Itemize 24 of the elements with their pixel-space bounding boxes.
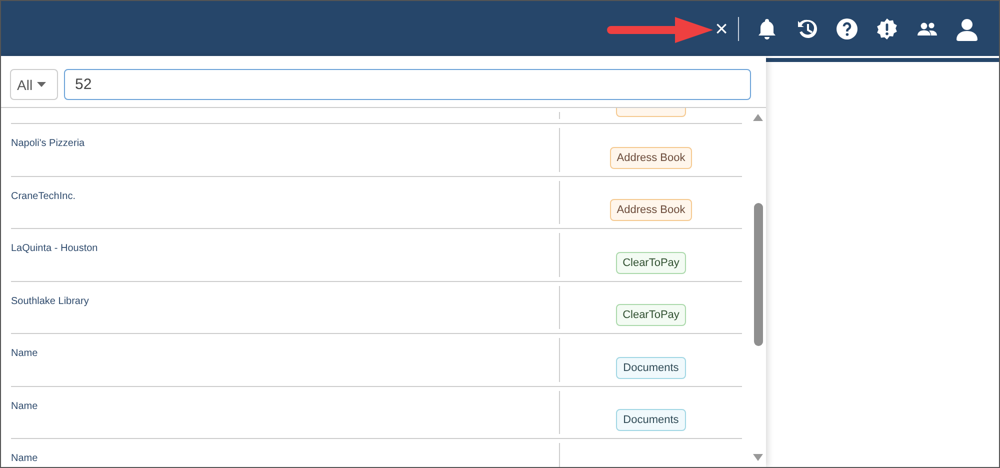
result-title[interactable]: Napoli's Pizzeria bbox=[11, 138, 85, 149]
result-title[interactable]: Name bbox=[11, 453, 38, 464]
result-title[interactable]: CraneTechInc. bbox=[11, 190, 76, 202]
source-badge: Documents bbox=[616, 409, 686, 431]
filter-dropdown[interactable]: All bbox=[10, 69, 58, 100]
result-title[interactable]: Southlake Library bbox=[11, 296, 89, 306]
scroll-down-icon[interactable] bbox=[753, 454, 763, 461]
source-badge: Address Book bbox=[610, 199, 692, 221]
result-title[interactable]: LaQuinta - Houston bbox=[11, 243, 98, 254]
search-field[interactable]: 52 bbox=[64, 69, 751, 100]
alert-badge-icon[interactable] bbox=[875, 16, 899, 40]
source-badge: ClearToPay bbox=[616, 252, 686, 274]
close-button[interactable]: × bbox=[713, 16, 730, 42]
result-title[interactable]: Name bbox=[11, 400, 38, 412]
scroll-up-icon[interactable] bbox=[753, 114, 763, 121]
help-icon[interactable] bbox=[835, 16, 859, 40]
scroll-thumb[interactable] bbox=[754, 203, 762, 346]
caret-icon bbox=[36, 82, 46, 87]
source-badge: ClearToPay bbox=[616, 304, 686, 326]
scrollbar[interactable] bbox=[750, 108, 766, 467]
user-icon[interactable] bbox=[955, 16, 979, 40]
source-badge: Documents bbox=[616, 356, 686, 378]
result-title[interactable]: Name bbox=[11, 348, 38, 359]
source-badge: Address Book bbox=[610, 146, 692, 168]
